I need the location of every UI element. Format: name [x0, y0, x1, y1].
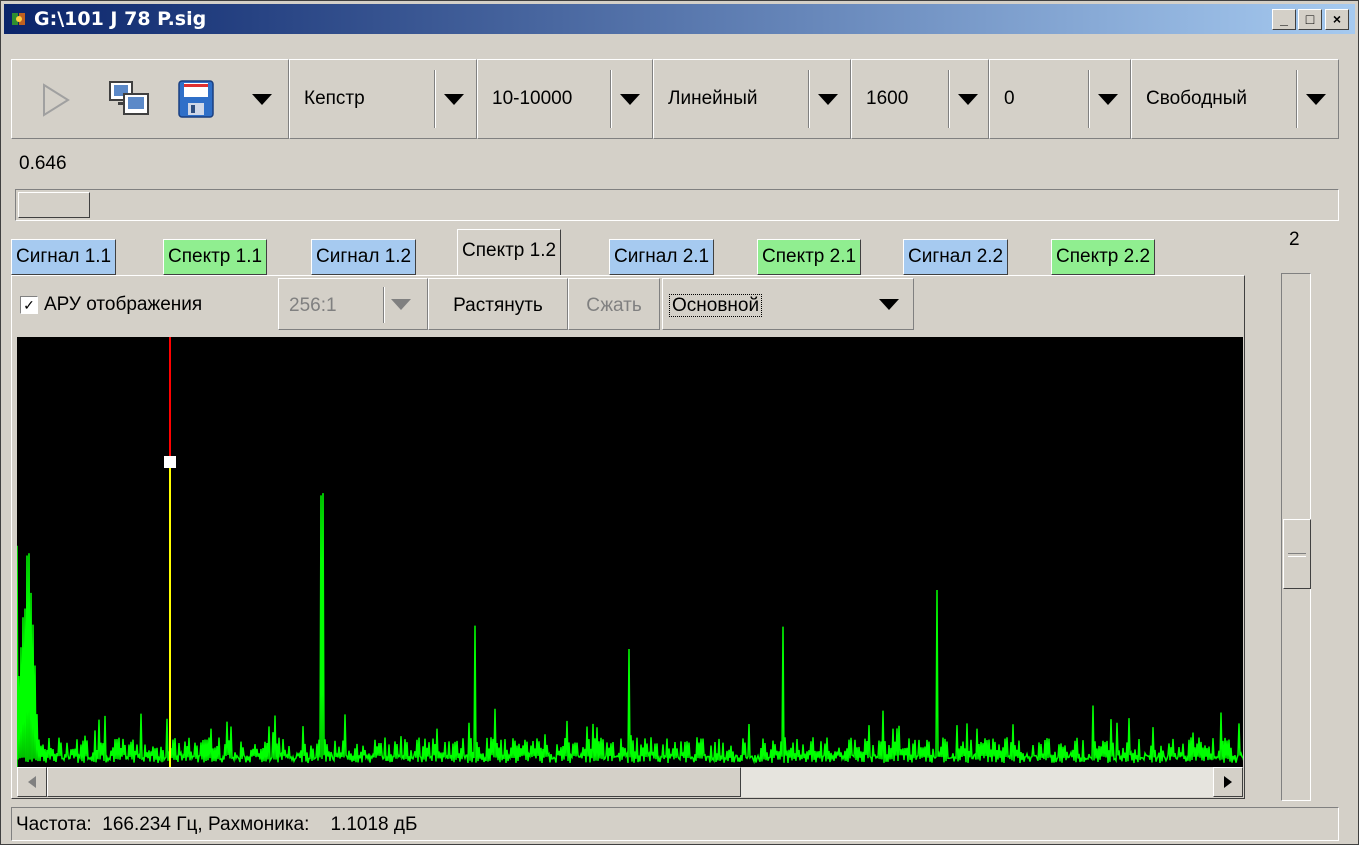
tab-label: Сигнал 1.2: [316, 246, 412, 267]
frequency-range-value: 10-10000: [492, 88, 573, 109]
tab-label: Сигнал 2.1: [614, 246, 710, 267]
mode-select[interactable]: Свободный: [1131, 59, 1339, 139]
gain-slider-thumb[interactable]: [1283, 519, 1311, 589]
tab-spectrum-1-1[interactable]: Спектр 1.1: [163, 239, 268, 275]
harmonic-label: Рахмоника:: [207, 814, 310, 835]
harmonic-value: 1.1018 дБ: [330, 814, 418, 835]
chevron-down-icon[interactable]: [1306, 94, 1326, 105]
display-toolbar: ✓ АРУ отображения 256:1 Растянуть Сжать …: [12, 276, 1244, 334]
frequency-label: Частота:: [16, 814, 92, 835]
tab-spectrum-2-1[interactable]: Спектр 2.1: [757, 239, 862, 275]
divider: [1296, 70, 1298, 128]
spectrum-trace: [17, 493, 1243, 767]
position-value: 0.646: [19, 153, 67, 174]
chevron-left-icon: [28, 776, 36, 788]
main-toolbar: Кепстр 10-10000 Линейный 1600 0 Свободны…: [11, 59, 1339, 139]
divider: [383, 287, 385, 323]
tab-label: Спектр 2.1: [762, 246, 857, 267]
chevron-down-icon[interactable]: [958, 94, 978, 105]
resolution-value: 1600: [866, 88, 909, 109]
ratio-value: 256:1: [289, 295, 337, 316]
minimize-button[interactable]: _: [1272, 9, 1296, 30]
chevron-down-icon[interactable]: [879, 299, 899, 310]
tab-spectrum-2-2[interactable]: Спектр 2.2: [1051, 239, 1156, 275]
frequency-range-select[interactable]: 10-10000: [477, 59, 653, 139]
gain-value: 2: [1289, 229, 1300, 250]
chevron-down-icon: [391, 299, 411, 310]
title-bar[interactable]: G:\101 J 78 P.sig _ □ ×: [4, 4, 1355, 34]
offset-select[interactable]: 0: [989, 59, 1131, 139]
ratio-select: 256:1: [278, 278, 428, 330]
frequency-value: 166.234 Гц: [102, 814, 198, 835]
scroll-thumb[interactable]: [47, 767, 741, 797]
scale-value: Линейный: [668, 88, 758, 109]
tab-signal-2-2[interactable]: Сигнал 2.2: [903, 239, 1009, 275]
chevron-down-icon[interactable]: [1098, 94, 1118, 105]
close-button[interactable]: ×: [1325, 9, 1349, 30]
divider: [610, 70, 612, 128]
save-icon[interactable]: [178, 80, 214, 118]
resolution-select[interactable]: 1600: [851, 59, 989, 139]
chevron-down-icon[interactable]: [818, 94, 838, 105]
chevron-down-icon[interactable]: [252, 94, 272, 105]
chevron-down-icon[interactable]: [620, 94, 640, 105]
monitors-icon[interactable]: [108, 80, 152, 120]
view-select[interactable]: Основной: [662, 278, 914, 330]
playback-group: [11, 59, 289, 139]
status-bar: Частота: 166.234 Гц, Рахмоника: 1.1018 д…: [11, 807, 1339, 841]
tab-label: Спектр 2.2: [1056, 246, 1151, 267]
play-icon[interactable]: [40, 82, 72, 118]
mode-value: Свободный: [1146, 88, 1248, 109]
tab-signal-1-2[interactable]: Сигнал 1.2: [311, 239, 417, 275]
compress-button: Сжать: [568, 278, 660, 330]
horizontal-scrollbar[interactable]: [17, 767, 1243, 797]
divider: [434, 70, 436, 128]
divider: [808, 70, 810, 128]
analysis-type-value: Кепстр: [304, 88, 365, 109]
spectrum-plot[interactable]: [17, 337, 1243, 767]
app-icon: [12, 13, 25, 25]
tab-spectrum-1-2[interactable]: Спектр 1.2: [457, 229, 562, 275]
chevron-right-icon: [1224, 776, 1232, 788]
tab-label: Спектр 1.1: [168, 246, 263, 267]
agc-label: АРУ отображения: [44, 294, 203, 315]
offset-value: 0: [1004, 88, 1015, 109]
tab-label: Спектр 1.2: [462, 240, 557, 261]
tab-label: Сигнал 1.1: [16, 246, 112, 267]
stretch-label: Растянуть: [453, 295, 543, 316]
scroll-right-button[interactable]: [1213, 767, 1243, 797]
chevron-down-icon[interactable]: [444, 94, 464, 105]
divider: [948, 70, 950, 128]
position-slider-thumb[interactable]: [18, 192, 90, 218]
tab-label: Сигнал 2.2: [908, 246, 1004, 267]
main-window: G:\101 J 78 P.sig _ □ × Кепстр 10-10000 …: [0, 0, 1359, 845]
maximize-button[interactable]: □: [1298, 9, 1322, 30]
analysis-type-select[interactable]: Кепстр: [289, 59, 477, 139]
window-title: G:\101 J 78 P.sig: [34, 8, 207, 30]
stretch-button[interactable]: Растянуть: [428, 278, 568, 330]
tab-signal-2-1[interactable]: Сигнал 2.1: [609, 239, 715, 275]
position-slider[interactable]: [15, 189, 1339, 221]
view-value: Основной: [669, 294, 763, 317]
scroll-left-button[interactable]: [17, 767, 47, 797]
tab-signal-1-1[interactable]: Сигнал 1.1: [11, 239, 117, 275]
divider: [1088, 70, 1090, 128]
agc-checkbox[interactable]: ✓: [20, 296, 38, 314]
cursor-marker[interactable]: [164, 456, 176, 468]
scale-select[interactable]: Линейный: [653, 59, 851, 139]
grip: [1288, 553, 1306, 557]
compress-label: Сжать: [586, 295, 642, 316]
